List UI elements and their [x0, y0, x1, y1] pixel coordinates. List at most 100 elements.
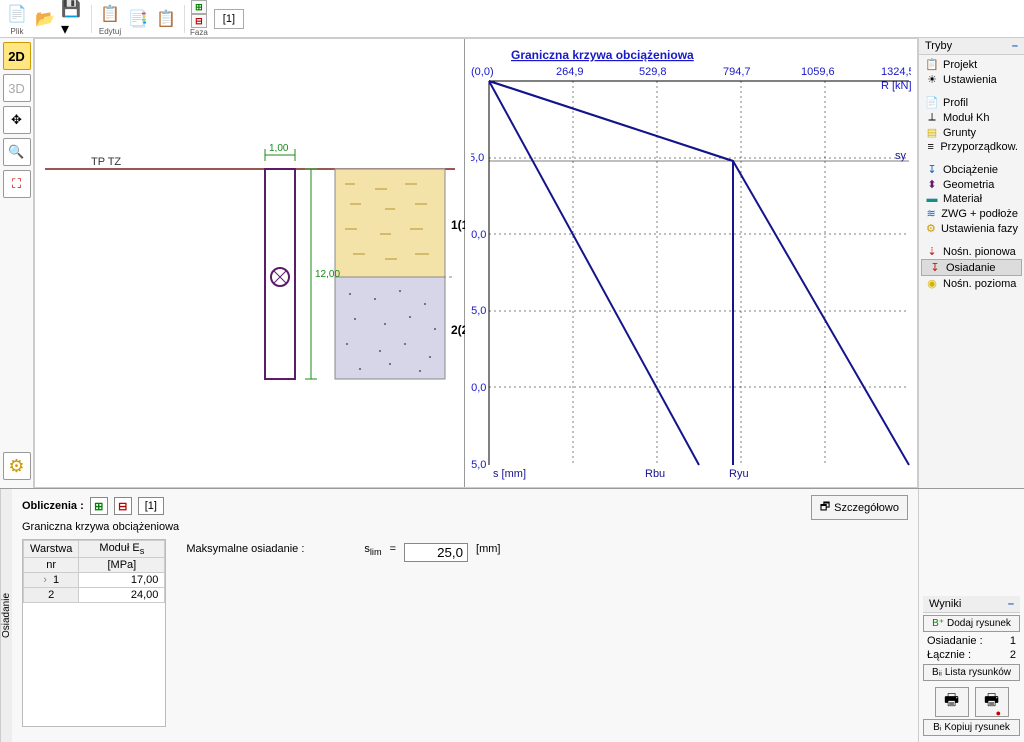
mode-item-grunty[interactable]: ▤Grunty [919, 125, 1024, 140]
layer2-label: 2(2) [451, 323, 465, 337]
layer1-label: 1(1) [451, 218, 465, 232]
bottom-panel: Osiadanie Obliczenia : ⊞ ⊟ [1] 🗗 Szczegó… [0, 488, 1024, 742]
save-button[interactable]: 💾▾ [60, 6, 86, 32]
drawing-list-button[interactable]: Bᵢᵢ Lista rysunków [923, 664, 1020, 681]
mode-icon: ⬍ [925, 178, 939, 191]
mode-item-geometria[interactable]: ⬍Geometria [919, 177, 1024, 192]
left-toolbar: 2D 3D ✥ 🔍 ⛶ ⚙ [0, 38, 34, 488]
print-button-1[interactable]: 🖶 [935, 687, 969, 717]
details-icon: 🗗 [820, 498, 830, 517]
copy-button[interactable]: 📑 [125, 6, 151, 32]
x-unit: R [kN] [881, 80, 911, 92]
details-button[interactable]: 🗗 Szczegółowo [811, 495, 908, 520]
mode-label: Grunty [943, 127, 976, 139]
phase-add-button[interactable]: ⊞ [191, 0, 207, 14]
chart-svg: Graniczna krzywa obciążeniowa (0,0) 264,… [471, 45, 911, 481]
svg-text:25,0: 25,0 [471, 459, 486, 471]
minimize-icon[interactable]: – [1008, 598, 1014, 610]
mode-item-projekt[interactable]: 📋Projekt [919, 57, 1024, 72]
modulus-table: Warstwa Moduł Es nr [MPa] ›1 17,00 2 24,… [22, 539, 166, 727]
pan-button[interactable]: ✥ [3, 106, 31, 134]
param-label: Maksymalne osiadanie : [186, 543, 356, 555]
svg-text:1059,6: 1059,6 [801, 66, 835, 78]
svg-text:5,0: 5,0 [471, 152, 484, 164]
slim-row: Maksymalne osiadanie : slim = [mm] [186, 539, 500, 727]
phase-tab-1[interactable]: [1] [214, 9, 244, 29]
th-mpa: [MPa] [79, 558, 165, 573]
rbu-label: Rbu [645, 468, 665, 480]
mode-icon: ⚙ [925, 222, 937, 235]
svg-text:(0,0): (0,0) [471, 66, 494, 78]
minimize-icon[interactable]: – [1012, 40, 1018, 52]
calc-header: Obliczenia : ⊞ ⊟ [1] [22, 497, 908, 515]
eq: = [390, 543, 396, 555]
mode-item-no-n-pozioma[interactable]: ◉Nośn. pozioma [919, 276, 1024, 291]
mode-label: Nośn. pozioma [943, 278, 1016, 290]
geometry-view[interactable]: TP TZ 1(1) [35, 39, 465, 487]
phase-remove-button[interactable]: ⊟ [191, 14, 207, 28]
fit-button[interactable]: ⛶ [3, 170, 31, 198]
modes-panel: Tryby – 📋Projekt☀Ustawienia📄Profil⟂Moduł… [918, 38, 1024, 488]
remove-calc-button[interactable]: ⊟ [114, 497, 132, 515]
viewport: TP TZ 1(1) [34, 38, 918, 488]
mode-item-no-n-pionowa[interactable]: ⇣Nośn. pionowa [919, 244, 1024, 259]
dim-depth: 12,00 [315, 269, 340, 280]
mode-item-zwg-pod-o-e[interactable]: ≋ ZWG + podłoże [919, 206, 1024, 221]
svg-text:20,0: 20,0 [471, 382, 486, 394]
edit-label: Edytuj [99, 27, 121, 36]
modes-list: 📋Projekt☀Ustawienia 📄Profil⟂ Moduł Kh▤Grun… [919, 55, 1024, 488]
paste-button[interactable]: 📋 [153, 6, 179, 32]
mode-icon: ▬ [925, 193, 939, 205]
mode-icon: ↧ [925, 163, 939, 176]
mode-item-modu-kh[interactable]: ⟂ Moduł Kh [919, 110, 1024, 125]
mode-label: Osiadanie [946, 262, 996, 274]
zoom-button[interactable]: 🔍 [3, 138, 31, 166]
open-button[interactable]: 📂 [32, 6, 58, 32]
results-title: Wyniki – [923, 596, 1020, 613]
mode-item-materia-[interactable]: ▬Materiał [919, 192, 1024, 206]
mode-item-obci-enie[interactable]: ↧ Obciążenie [919, 162, 1024, 177]
add-calc-button[interactable]: ⊞ [90, 497, 108, 515]
chart-title: Graniczna krzywa obciążeniowa [511, 48, 694, 62]
mode-item-ustawienia-fazy[interactable]: ⚙Ustawienia fazy [919, 221, 1024, 236]
table-row[interactable]: 2 24,00 [24, 588, 165, 603]
file-group: 📄 Plik [4, 1, 30, 36]
mode-label: Przyporządkow. [940, 141, 1018, 153]
side-tab-label[interactable]: Osiadanie [0, 489, 12, 742]
slim-input[interactable] [404, 543, 468, 562]
settings-button[interactable]: ⚙ [3, 452, 31, 480]
view-3d-button[interactable]: 3D [3, 74, 31, 102]
mode-icon: ☀ [925, 73, 939, 86]
mode-label: ZWG + podłoże [941, 208, 1018, 220]
mode-label: Obciążenie [943, 164, 998, 176]
mode-icon: 📄 [925, 96, 939, 109]
list-icon: Bᵢᵢ [932, 667, 942, 678]
mode-icon: ⇣ [925, 245, 939, 258]
mode-item-przyporz-dkow-[interactable]: ≡Przyporządkow. [919, 140, 1024, 154]
x-tick-labels: (0,0) 264,9 529,8 794,7 1059,6 1324,5 [471, 66, 911, 78]
chart-view[interactable]: Graniczna krzywa obciążeniowa (0,0) 264,… [465, 39, 917, 487]
geometry-svg: TP TZ 1(1) [35, 39, 465, 487]
mode-item-osiadanie[interactable]: ↧Osiadanie [921, 259, 1022, 276]
add-drawing-button[interactable]: B⁺ Dodaj rysunek [923, 615, 1020, 632]
copy-drawing-button[interactable]: BᵢKopiuj rysunek [923, 719, 1020, 736]
mode-icon: 📋 [925, 58, 939, 71]
mode-item-ustawienia[interactable]: ☀Ustawienia [919, 72, 1024, 87]
mode-icon: ⟂ [925, 111, 939, 124]
new-file-button[interactable]: 📄 [4, 1, 30, 27]
mode-label: Moduł Kh [943, 112, 989, 124]
slim-symbol: slim [364, 543, 381, 557]
edit-button[interactable]: 📋 [97, 1, 123, 27]
print-button-2[interactable]: 🖶● [975, 687, 1009, 717]
calc-tab-1[interactable]: [1] [138, 497, 164, 515]
svg-text:794,7: 794,7 [723, 66, 751, 78]
table-row[interactable]: ›1 17,00 [24, 573, 165, 588]
mode-icon: ≋ [925, 207, 937, 220]
add-icon: B⁺ [932, 618, 944, 629]
svg-text:10,0: 10,0 [471, 229, 486, 241]
y-tick-labels: 5,0 10,0 15,0 20,0 25,0 [471, 152, 486, 471]
mode-item-profil[interactable]: 📄Profil [919, 95, 1024, 110]
results-panel: Wyniki – B⁺ Dodaj rysunek Osiadanie :1 Ł… [918, 489, 1024, 742]
ryu-label: Ryu [729, 468, 749, 480]
view-2d-button[interactable]: 2D [3, 42, 31, 70]
